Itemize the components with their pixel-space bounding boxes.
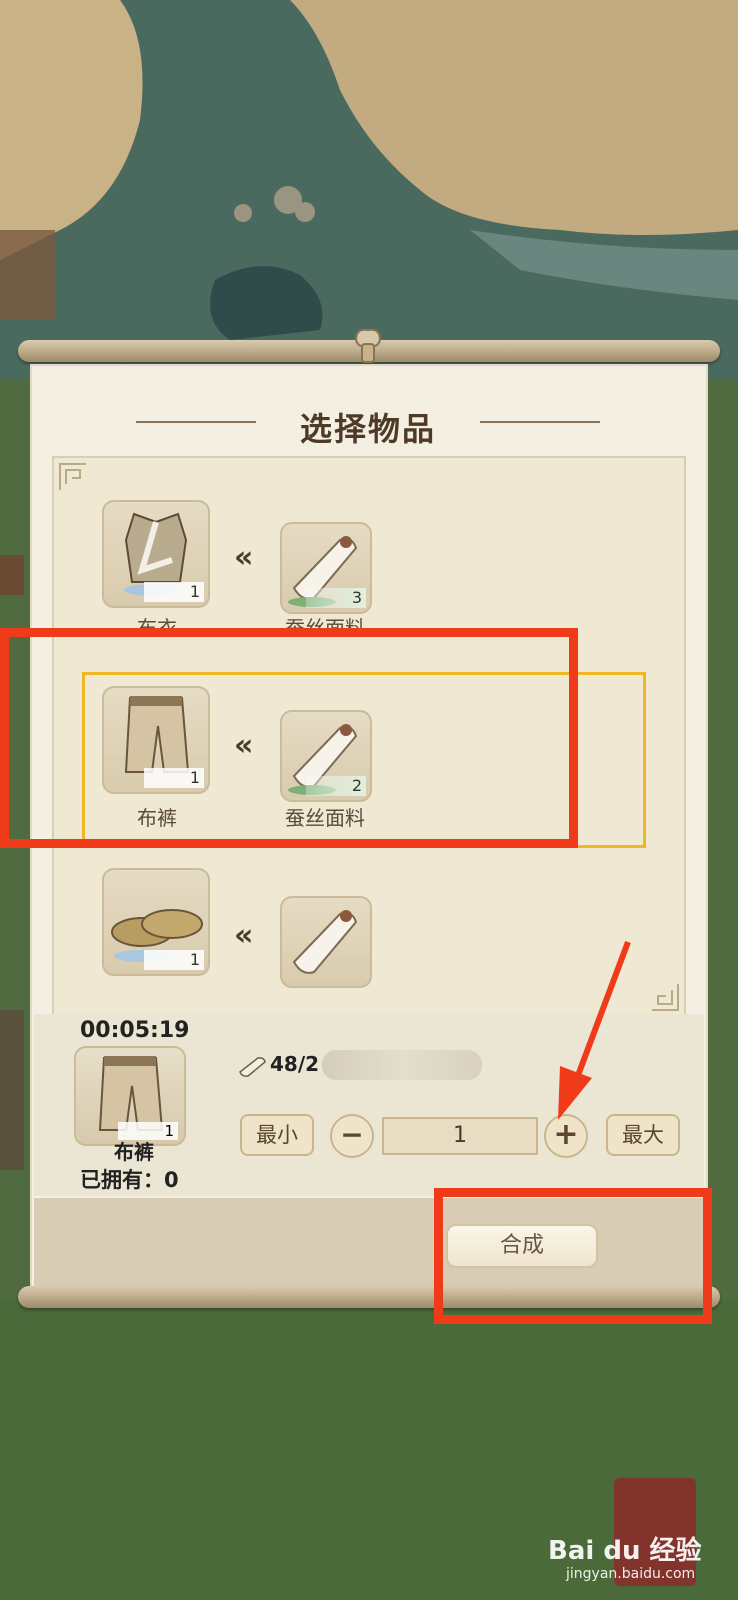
product-count: 1: [144, 950, 204, 970]
quantity-input[interactable]: 1: [382, 1117, 538, 1155]
silk-fabric-icon: [239, 1057, 266, 1077]
chevron-left-icon: «: [234, 918, 254, 953]
panel-title-row: 选择物品: [124, 400, 612, 448]
material-amount: 48/2: [270, 1052, 320, 1076]
owned-count: 已拥有：0: [80, 1168, 179, 1192]
product-slot[interactable]: 1: [102, 868, 210, 976]
min-button[interactable]: 最小: [240, 1114, 314, 1156]
material-slot[interactable]: 3: [280, 522, 372, 614]
craft-timer: 00:05:19: [80, 1018, 190, 1043]
material-slot[interactable]: [280, 896, 372, 988]
material-count: 3: [306, 588, 366, 608]
selected-item-slot: 1: [74, 1046, 186, 1146]
blurred-text: [322, 1050, 482, 1080]
watermark-url: jingyan.baidu.com: [566, 1566, 696, 1582]
decrease-button[interactable]: −: [330, 1114, 374, 1158]
red-arrow-icon: [558, 940, 631, 1120]
selected-item-name: 布裤: [114, 1140, 154, 1164]
scroll-knot-ornament: [354, 328, 382, 363]
product-count: 1: [144, 582, 204, 602]
highlight-box-compose: [434, 1188, 712, 1324]
watermark-brand: Bai du 经验: [548, 1536, 702, 1566]
panel-title: 选择物品: [299, 410, 436, 448]
chevron-left-icon: «: [234, 540, 254, 575]
highlight-box-selected-row: [0, 628, 578, 848]
product-slot[interactable]: 1: [102, 500, 210, 608]
silk-fabric-icon: [292, 910, 358, 974]
